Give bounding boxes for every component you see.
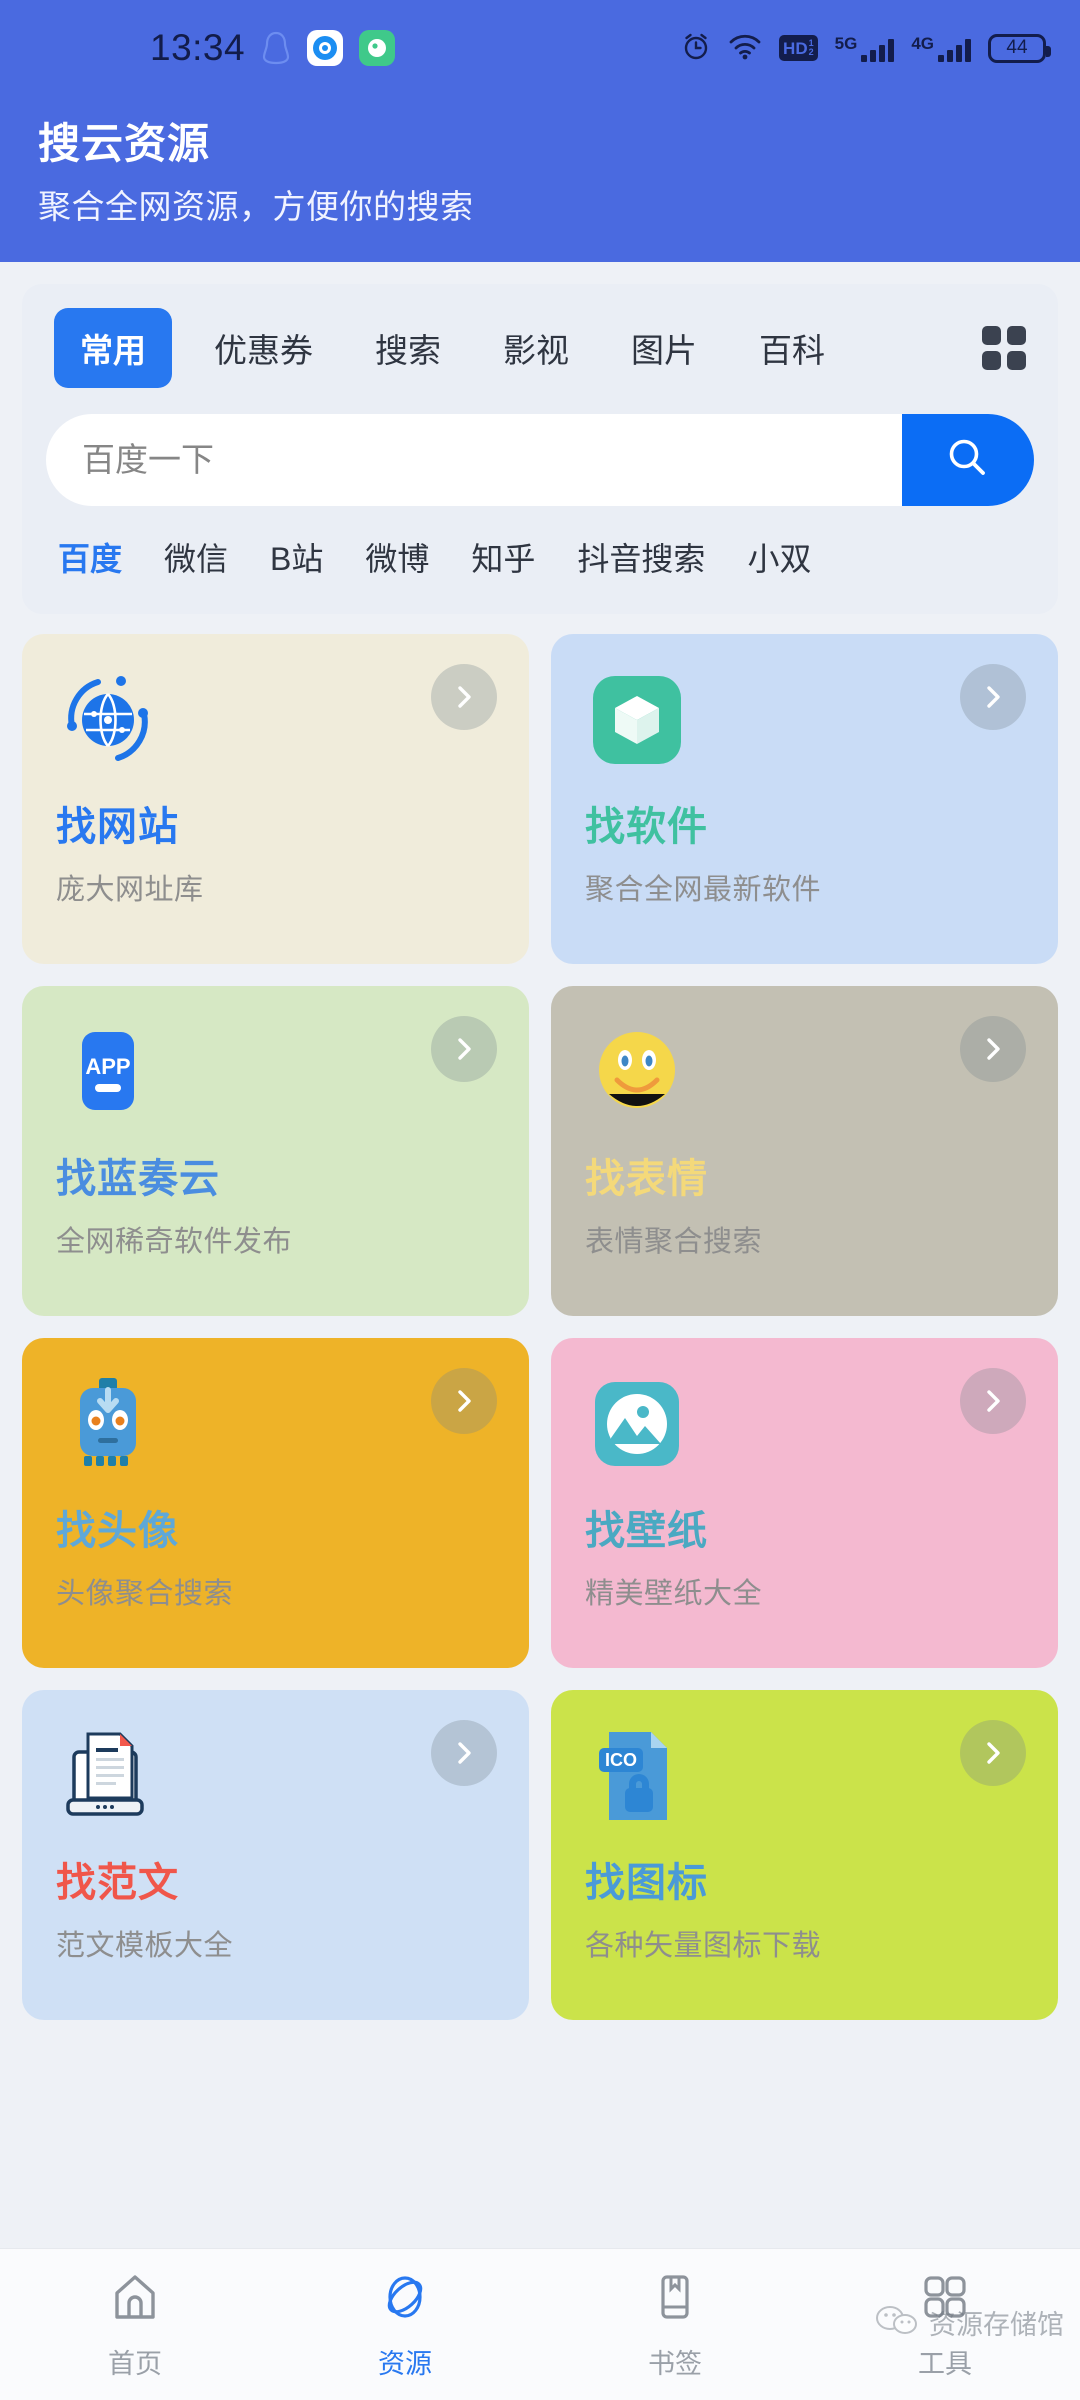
robot-avatar-icon [56, 1372, 160, 1476]
quick-links: 百度 微信 B站 微博 知乎 抖音搜索 小双 [22, 534, 1058, 580]
card-find-lanzou[interactable]: APP 找蓝奏云 全网稀奇软件发布 [22, 985, 529, 1316]
nav-item-tools[interactable]: 工具 [810, 2269, 1080, 2381]
chevron-right-icon[interactable] [960, 1367, 1026, 1434]
card-find-avatar[interactable]: 找头像 头像聚合搜索 [22, 1337, 529, 1668]
battery-icon: 44 [988, 33, 1051, 63]
hd-volte-icon: HD 1 2 [779, 35, 818, 61]
nav-label: 资源 [378, 2348, 432, 2379]
alarm-icon [681, 31, 711, 66]
card-find-website[interactable]: 找网站 庞大网址库 [22, 633, 529, 964]
tab-sousuo[interactable]: 搜索 [355, 308, 461, 388]
tab-tupian[interactable]: 图片 [611, 308, 717, 388]
quick-link-xiaoshuang[interactable]: 小双 [747, 534, 811, 580]
category-tabs: 常用 优惠券 搜索 影视 图片 百科 [22, 307, 1058, 388]
resource-card-grid: 找网站 庞大网址库 找软件 聚合全网最新软件 APP 找蓝奏云 全网稀奇软件发布… [0, 614, 1080, 2020]
quick-link-baidu[interactable]: 百度 [58, 534, 122, 580]
search-icon [943, 433, 993, 486]
ico-file-icon: ICO [585, 1724, 689, 1828]
card-subtitle: 全网稀奇软件发布 [56, 1225, 293, 1258]
card-subtitle: 头像聚合搜索 [56, 1577, 234, 1610]
hd-fraction: 1 2 [808, 37, 814, 57]
bottom-navigation: 首页 资源 书签 工具 资源存储馆 [0, 2248, 1080, 2400]
card-title: 找图标 [585, 1860, 708, 1905]
camera-app-icon [307, 30, 344, 66]
quick-link-weibo[interactable]: 微博 [365, 534, 429, 580]
card-find-software[interactable]: 找软件 聚合全网最新软件 [551, 633, 1058, 964]
card-title: 找软件 [585, 804, 708, 849]
nav-label: 首页 [108, 2348, 162, 2379]
quick-link-zhihu[interactable]: 知乎 [471, 534, 535, 580]
page-title: 搜云资源 [38, 120, 211, 167]
search-panel: 常用 优惠券 搜索 影视 图片 百科 百度 微信 B站 微博 知乎 抖音搜索 小… [22, 283, 1058, 614]
nav-label: 书签 [648, 2348, 702, 2379]
laptop-document-icon [56, 1724, 160, 1828]
tab-baike[interactable]: 百科 [739, 308, 845, 388]
card-title: 找网站 [56, 804, 179, 849]
card-find-icon[interactable]: ICO 找图标 各种矢量图标下载 [551, 1689, 1058, 2020]
search-bar [46, 413, 1034, 506]
quick-link-bilibili[interactable]: B站 [270, 534, 323, 580]
quick-link-weixin[interactable]: 微信 [164, 534, 228, 580]
planet-icon [377, 2269, 433, 2330]
svg-text:APP: APP [85, 1054, 130, 1079]
nav-item-home[interactable]: 首页 [0, 2269, 270, 2381]
5g-signal-icon: 5G [835, 35, 895, 62]
signal-bars [938, 38, 971, 62]
tab-changyong[interactable]: 常用 [54, 307, 172, 388]
status-bar-clock: 13:34 [150, 27, 246, 68]
card-title: 找范文 [56, 1860, 179, 1905]
wechat-app-icon [359, 30, 396, 66]
package-box-icon [585, 668, 689, 772]
quick-link-douyin[interactable]: 抖音搜索 [577, 534, 705, 580]
globe-network-icon [56, 668, 160, 772]
status-bar-right: HD 1 2 5G 4G 44 [681, 31, 1051, 66]
chevron-right-icon[interactable] [960, 1015, 1026, 1082]
card-subtitle: 表情聚合搜索 [585, 1225, 763, 1258]
home-icon [107, 2269, 163, 2330]
grid-icon[interactable] [982, 325, 1026, 370]
chevron-right-icon[interactable] [431, 1719, 497, 1786]
qq-icon [261, 31, 291, 65]
grid-apps-icon [917, 2269, 973, 2330]
card-find-wallpaper[interactable]: 找壁纸 精美壁纸大全 [551, 1337, 1058, 1668]
search-button[interactable] [902, 413, 1034, 506]
card-subtitle: 庞大网址库 [56, 873, 204, 906]
tab-youhuiquan[interactable]: 优惠券 [194, 308, 333, 388]
status-bar-left: 13:34 [150, 27, 396, 69]
search-input[interactable] [46, 413, 902, 506]
signal-bars [861, 38, 895, 62]
chevron-right-icon[interactable] [431, 1015, 497, 1082]
hd-label: HD [783, 38, 808, 58]
page-subtitle: 聚合全网资源，方便你的搜索 [38, 187, 474, 225]
card-title: 找头像 [56, 1508, 179, 1553]
app-badge-icon: APP [56, 1020, 160, 1124]
chevron-right-icon[interactable] [431, 663, 497, 730]
image-mountain-icon [585, 1372, 689, 1476]
card-find-emoji[interactable]: 找表情 表情聚合搜索 [551, 985, 1058, 1316]
app-header: 搜云资源 聚合全网资源，方便你的搜索 [0, 96, 1080, 262]
nav-item-bookmarks[interactable]: 书签 [540, 2269, 810, 2381]
card-subtitle: 聚合全网最新软件 [585, 873, 822, 906]
wifi-icon [728, 32, 762, 65]
chevron-right-icon[interactable] [960, 1719, 1026, 1786]
4g-signal-icon: 4G [911, 35, 971, 62]
chevron-right-icon[interactable] [960, 663, 1026, 730]
battery-level-label: 44 [1006, 37, 1028, 58]
card-title: 找表情 [585, 1156, 708, 1201]
nav-label: 工具 [918, 2348, 972, 2379]
svg-text:ICO: ICO [605, 1750, 637, 1770]
card-title: 找壁纸 [585, 1508, 708, 1553]
card-subtitle: 各种矢量图标下载 [585, 1929, 822, 1962]
card-subtitle: 精美壁纸大全 [585, 1577, 763, 1610]
chevron-right-icon[interactable] [431, 1367, 497, 1434]
card-subtitle: 范文模板大全 [56, 1929, 234, 1962]
nav-item-resources[interactable]: 资源 [270, 2269, 540, 2381]
status-bar: 13:34 HD 1 2 5G 4G 44 [0, 0, 1080, 96]
tab-yingshi[interactable]: 影视 [483, 308, 589, 388]
smiley-face-icon [585, 1020, 689, 1124]
card-title: 找蓝奏云 [56, 1156, 220, 1201]
bookmark-icon [647, 2269, 703, 2330]
card-find-essay[interactable]: 找范文 范文模板大全 [22, 1689, 529, 2020]
